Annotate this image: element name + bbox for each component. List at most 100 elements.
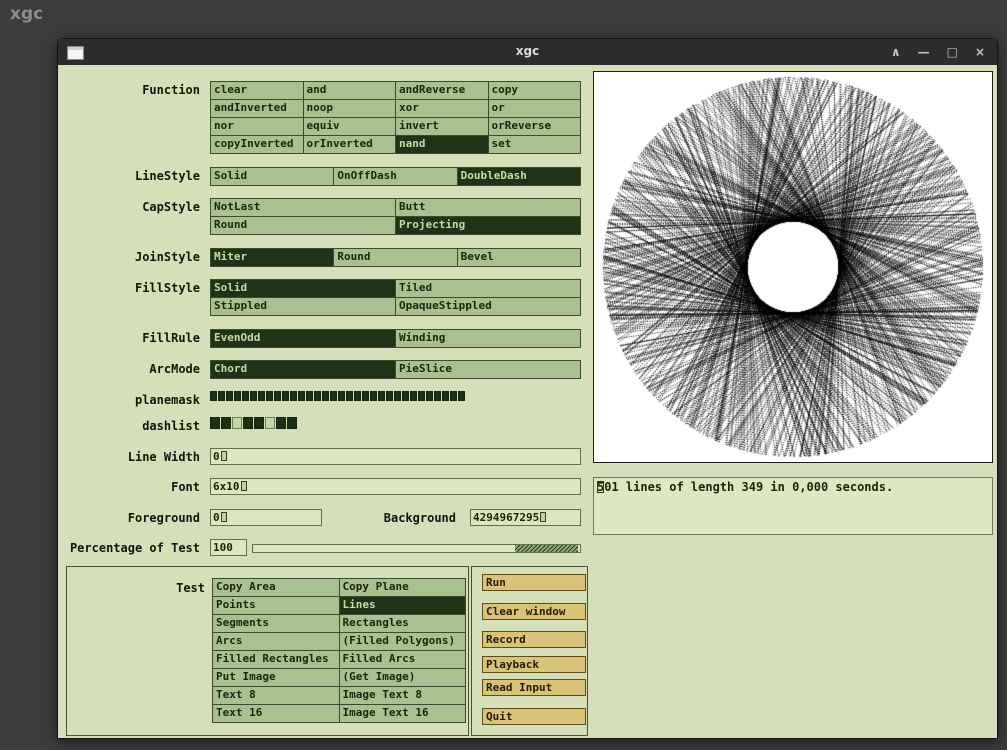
- dashlist-bit-7[interactable]: [287, 417, 297, 429]
- font-input[interactable]: 6x10: [210, 478, 581, 495]
- planemask-bit-18[interactable]: [354, 391, 361, 401]
- planemask-bit-15[interactable]: [330, 391, 337, 401]
- fillstyle-option-stippled[interactable]: Stippled: [211, 298, 395, 315]
- test-option-filled-arcs[interactable]: Filled Arcs: [340, 651, 466, 668]
- planemask-bit-6[interactable]: [258, 391, 265, 401]
- test-option-points[interactable]: Points: [213, 597, 339, 614]
- slider-thumb[interactable]: [515, 545, 578, 552]
- planemask-bit-12[interactable]: [306, 391, 313, 401]
- test-option-text-16[interactable]: Text 16: [213, 705, 339, 722]
- planemask-bit-9[interactable]: [282, 391, 289, 401]
- maximize-icon[interactable]: □: [947, 39, 958, 65]
- function-option-copy[interactable]: copy: [489, 82, 581, 99]
- foreground-input[interactable]: 0: [210, 509, 322, 526]
- arcmode-option-pieslice[interactable]: PieSlice: [396, 361, 580, 378]
- test-option-arcs[interactable]: Arcs: [213, 633, 339, 650]
- joinstyle-option-round[interactable]: Round: [334, 249, 456, 266]
- test-option-copy-plane[interactable]: Copy Plane: [340, 579, 466, 596]
- command-read-input-button[interactable]: Read Input: [482, 679, 586, 696]
- test-option-segments[interactable]: Segments: [213, 615, 339, 632]
- arcmode-option-chord[interactable]: Chord: [211, 361, 395, 378]
- status-output[interactable]: 501 lines of length 349 in 0,000 seconds…: [593, 477, 993, 535]
- function-option-noop[interactable]: noop: [304, 100, 396, 117]
- capstyle-option-butt[interactable]: Butt: [396, 199, 580, 216]
- test-option-filled-rectangles[interactable]: Filled Rectangles: [213, 651, 339, 668]
- planemask-bit-27[interactable]: [426, 391, 433, 401]
- planemask-bit-29[interactable]: [442, 391, 449, 401]
- dashlist-bit-6[interactable]: [276, 417, 286, 429]
- dashlist-bit-1[interactable]: [221, 417, 231, 429]
- planemask-bit-26[interactable]: [418, 391, 425, 401]
- command-clear-window-button[interactable]: Clear window: [482, 603, 586, 620]
- fillrule-option-evenodd[interactable]: EvenOdd: [211, 330, 395, 347]
- command-record-button[interactable]: Record: [482, 631, 586, 648]
- planemask-bit-4[interactable]: [242, 391, 249, 401]
- planemask-bit-19[interactable]: [362, 391, 369, 401]
- function-option-orinverted[interactable]: orInverted: [304, 136, 396, 153]
- planemask-bit-2[interactable]: [226, 391, 233, 401]
- planemask-bit-11[interactable]: [298, 391, 305, 401]
- function-option-xor[interactable]: xor: [396, 100, 488, 117]
- planemask-bit-17[interactable]: [346, 391, 353, 401]
- test-option-put-image[interactable]: Put Image: [213, 669, 339, 686]
- planemask-bit-20[interactable]: [370, 391, 377, 401]
- joinstyle-option-bevel[interactable]: Bevel: [458, 249, 580, 266]
- command-run-button[interactable]: Run: [482, 574, 586, 591]
- planemask-bit-30[interactable]: [450, 391, 457, 401]
- planemask-bit-31[interactable]: [458, 391, 465, 401]
- planemask-bit-16[interactable]: [338, 391, 345, 401]
- dashlist-bit-2[interactable]: [232, 417, 242, 429]
- planemask-bit-25[interactable]: [410, 391, 417, 401]
- planemask-bit-1[interactable]: [218, 391, 225, 401]
- minimize-icon[interactable]: —: [918, 39, 930, 65]
- capstyle-option-projecting[interactable]: Projecting: [396, 217, 580, 234]
- test-option-image-text-16[interactable]: Image Text 16: [340, 705, 466, 722]
- function-option-set[interactable]: set: [489, 136, 581, 153]
- planemask-bit-10[interactable]: [290, 391, 297, 401]
- test-option-text-8[interactable]: Text 8: [213, 687, 339, 704]
- function-option-nand[interactable]: nand: [396, 136, 488, 153]
- percentage-input[interactable]: 100: [210, 539, 247, 556]
- planemask-bit-8[interactable]: [274, 391, 281, 401]
- function-option-andreverse[interactable]: andReverse: [396, 82, 488, 99]
- function-option-invert[interactable]: invert: [396, 118, 488, 135]
- test-option-copy-area[interactable]: Copy Area: [213, 579, 339, 596]
- dashlist-bit-0[interactable]: [210, 417, 220, 429]
- planemask-bit-7[interactable]: [266, 391, 273, 401]
- dashlist-bit-5[interactable]: [265, 417, 275, 429]
- fillstyle-option-tiled[interactable]: Tiled: [396, 280, 580, 297]
- test-option-image-text-8[interactable]: Image Text 8: [340, 687, 466, 704]
- fillrule-option-winding[interactable]: Winding: [396, 330, 580, 347]
- shade-icon[interactable]: ∧: [891, 39, 901, 65]
- planemask-bit-23[interactable]: [394, 391, 401, 401]
- linestyle-option-solid[interactable]: Solid: [211, 168, 333, 185]
- titlebar[interactable]: xgc ∧ — □ ×: [58, 39, 997, 65]
- planemask-bit-5[interactable]: [250, 391, 257, 401]
- dashlist-bit-3[interactable]: [243, 417, 253, 429]
- function-option-nor[interactable]: nor: [211, 118, 303, 135]
- function-option-andinverted[interactable]: andInverted: [211, 100, 303, 117]
- planemask-bit-24[interactable]: [402, 391, 409, 401]
- close-icon[interactable]: ×: [975, 39, 985, 65]
- planemask-bit-14[interactable]: [322, 391, 329, 401]
- command-playback-button[interactable]: Playback: [482, 656, 586, 673]
- percentage-slider[interactable]: [252, 544, 581, 553]
- function-option-copyinverted[interactable]: copyInverted: [211, 136, 303, 153]
- function-option-or[interactable]: or: [489, 100, 581, 117]
- function-option-orreverse[interactable]: orReverse: [489, 118, 581, 135]
- line-width-input[interactable]: 0: [210, 448, 581, 465]
- function-option-clear[interactable]: clear: [211, 82, 303, 99]
- planemask-bit-21[interactable]: [378, 391, 385, 401]
- capstyle-option-round[interactable]: Round: [211, 217, 395, 234]
- capstyle-option-notlast[interactable]: NotLast: [211, 199, 395, 216]
- planemask-bit-13[interactable]: [314, 391, 321, 401]
- test-option-rectangles[interactable]: Rectangles: [340, 615, 466, 632]
- joinstyle-option-miter[interactable]: Miter: [211, 249, 333, 266]
- test-option-filled-polygons[interactable]: (Filled Polygons): [340, 633, 466, 650]
- test-option-lines[interactable]: Lines: [340, 597, 466, 614]
- linestyle-option-doubledash[interactable]: DoubleDash: [458, 168, 580, 185]
- planemask-bit-3[interactable]: [234, 391, 241, 401]
- planemask-bit-0[interactable]: [210, 391, 217, 401]
- planemask-bit-28[interactable]: [434, 391, 441, 401]
- dashlist-bit-4[interactable]: [254, 417, 264, 429]
